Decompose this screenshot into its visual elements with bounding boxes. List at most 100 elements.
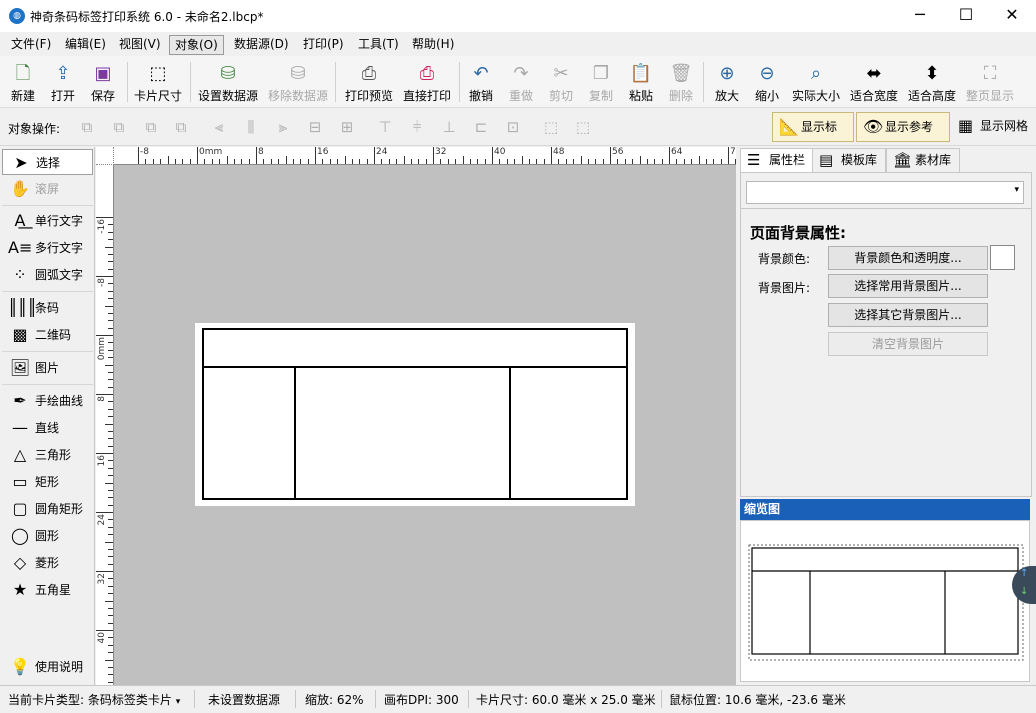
tool-star[interactable]: ★ 五角星 [2, 577, 93, 603]
tool-rectangle[interactable]: ▭ 矩形 [2, 469, 93, 495]
tool-barcode[interactable]: ║║║ 条码 [2, 295, 93, 321]
status-card-type[interactable]: 当前卡片类型: 条码标签类卡片 ▾ [8, 691, 180, 708]
list-icon: ☰ [747, 151, 761, 169]
chevron-down-icon: ▾ [1014, 185, 1019, 195]
zoom-in-button[interactable]: ⊕ 放大 [710, 58, 744, 106]
menu-object[interactable]: 对象(O) [169, 35, 224, 55]
print-preview-button[interactable]: ⎙ 打印预览 [342, 58, 396, 106]
ruler-tick [691, 159, 693, 164]
arc-text-icon: ⁘ [13, 265, 27, 284]
thumbnail-view[interactable] [740, 520, 1030, 682]
delete-button[interactable]: 🗑 删除 [664, 58, 698, 106]
menu-edit[interactable]: 编辑(E) [60, 35, 111, 55]
undo-button[interactable]: ↶ 撤销 [464, 58, 498, 106]
ruler-top: -8 0mm 8 16 24 32 40 48 56 64 72 [96, 147, 736, 165]
status-dpi: 画布DPI: 300 [384, 693, 459, 707]
actual-size-button[interactable]: ⌕ 实际大小 [790, 58, 842, 106]
database-remove-icon: ⛁ [290, 63, 306, 84]
tool-image[interactable]: 🖼 图片 [2, 355, 93, 381]
send-backward-icon[interactable]: ⧉ [140, 117, 162, 137]
open-button[interactable]: ⇪ 打开 [44, 58, 82, 106]
fit-height-icon: ⬍ [924, 63, 940, 84]
bg-image-label: 背景图片: [758, 281, 811, 295]
menu-tools[interactable]: 工具(T) [353, 35, 404, 55]
maximize-button[interactable]: ☐ [943, 0, 989, 32]
card-size-button[interactable]: ⬚ 卡片尺寸 [132, 58, 184, 106]
tool-single-line-text[interactable]: A͟ 单行文字 [2, 208, 93, 234]
menu-print[interactable]: 打印(P) [298, 35, 349, 55]
tool-rounded-rectangle[interactable]: ▢ 圆角矩形 [2, 496, 93, 522]
tool-scroll[interactable]: ✋ 滚屏 [2, 176, 93, 202]
toolbar-divider [703, 62, 704, 102]
close-button[interactable]: ✕ [989, 0, 1035, 32]
send-to-back-icon[interactable]: ⧉ [170, 117, 192, 137]
tool-line[interactable]: — 直线 [2, 415, 93, 441]
menu-file[interactable]: 文件(F) [6, 35, 56, 55]
palette-divider [2, 351, 93, 352]
align-bottom-icon[interactable]: ⊥ [438, 117, 460, 137]
bg-color-swatch[interactable] [990, 245, 1015, 270]
set-datasource-button[interactable]: ⛁ 设置数据源 [196, 58, 260, 106]
align-right-icon[interactable]: ⫸ [272, 117, 294, 137]
align-left-icon[interactable]: ⫷ [208, 117, 230, 137]
zoom-out-button[interactable]: ⊖ 缩小 [750, 58, 784, 106]
ruler-tick [108, 416, 113, 418]
tab-materials[interactable]: 🏛 素材库 [886, 148, 961, 172]
same-width-icon[interactable]: ⊟ [304, 117, 326, 137]
tool-freehand[interactable]: ✒ 手绘曲线 [2, 388, 93, 414]
remove-datasource-button[interactable]: ⛁ 移除数据源 [266, 58, 330, 106]
distribute-vertical-icon[interactable]: ⊡ [502, 117, 524, 137]
same-height-icon[interactable]: ⊏ [470, 117, 492, 137]
fit-height-button[interactable]: ⬍ 适合高度 [906, 58, 958, 106]
tool-triangle[interactable]: △ 三角形 [2, 442, 93, 468]
clear-bg-button[interactable]: 清空背景图片 [828, 332, 988, 356]
tool-circle[interactable]: ◯ 圆形 [2, 523, 93, 549]
ruler-tick [344, 156, 346, 164]
object-selector-dropdown[interactable]: ▾ [746, 181, 1024, 204]
help-guide-button[interactable]: 💡 使用说明 [2, 654, 93, 680]
menu-datasource[interactable]: 数据源(D) [229, 35, 294, 55]
palette-divider [2, 205, 93, 206]
bring-forward-icon[interactable]: ⧉ [108, 117, 130, 137]
ruler-tick [455, 159, 457, 164]
ruler-tick [646, 159, 648, 164]
tool-arc-text[interactable]: ⁘ 圆弧文字 [2, 262, 93, 288]
tab-properties[interactable]: ☰ 属性栏 [740, 148, 815, 173]
align-middle-icon[interactable]: ⫩ [406, 117, 428, 137]
tab-templates[interactable]: ▤ 模板库 [812, 148, 887, 172]
align-top-icon[interactable]: ⊤ [374, 117, 396, 137]
distribute-horizontal-icon[interactable]: ⊞ [336, 117, 358, 137]
new-button[interactable]: 🗋 新建 [4, 58, 42, 106]
paste-button[interactable]: 📋 粘贴 [624, 58, 658, 106]
fit-width-button[interactable]: ⬌ 适合宽度 [848, 58, 900, 106]
tool-multi-line-text[interactable]: A≡ 多行文字 [2, 235, 93, 261]
whole-page-button[interactable]: ⛶ 整页显示 [964, 58, 1016, 106]
align-center-icon[interactable]: ⫼ [240, 117, 262, 137]
save-button[interactable]: ▣ 保存 [84, 58, 122, 106]
show-guides-toggle[interactable]: 👁显示参考线 [856, 112, 950, 162]
show-ruler-toggle[interactable]: 📐显示标尺 [772, 112, 854, 162]
menu-view[interactable]: 视图(V) [114, 35, 166, 55]
label-table-drawing[interactable] [195, 323, 635, 506]
tool-diamond[interactable]: ◇ 菱形 [2, 550, 93, 576]
diamond-icon: ◇ [13, 553, 27, 572]
direct-print-button[interactable]: ⎙ 直接打印 [400, 58, 454, 106]
star-icon: ★ [12, 580, 28, 599]
menu-help[interactable]: 帮助(H) [407, 35, 459, 55]
ungroup-icon[interactable]: ⬚ [572, 117, 594, 137]
label-card[interactable] [195, 323, 635, 506]
ruler-tick [374, 147, 375, 164]
cut-button[interactable]: ✂ 剪切 [544, 58, 578, 106]
redo-button[interactable]: ↷ 重做 [504, 58, 538, 106]
minimize-button[interactable]: ─ [897, 0, 943, 32]
bg-color-button[interactable]: 背景颜色和透明度... [828, 246, 988, 270]
tool-qrcode[interactable]: ▩ 二维码 [2, 322, 93, 348]
bring-to-front-icon[interactable]: ⧉ [76, 117, 98, 137]
show-grid-toggle[interactable]: ▦ 显示网格 [952, 112, 1034, 142]
group-icon[interactable]: ⬚ [540, 117, 562, 137]
select-other-bg-button[interactable]: 选择其它背景图片... [828, 303, 988, 327]
tool-select[interactable]: ➤ 选择 [2, 149, 93, 175]
copy-button[interactable]: ❐ 复制 [584, 58, 618, 106]
ruler-tick [477, 159, 479, 164]
select-common-bg-button[interactable]: 选择常用背景图片... [828, 274, 988, 298]
